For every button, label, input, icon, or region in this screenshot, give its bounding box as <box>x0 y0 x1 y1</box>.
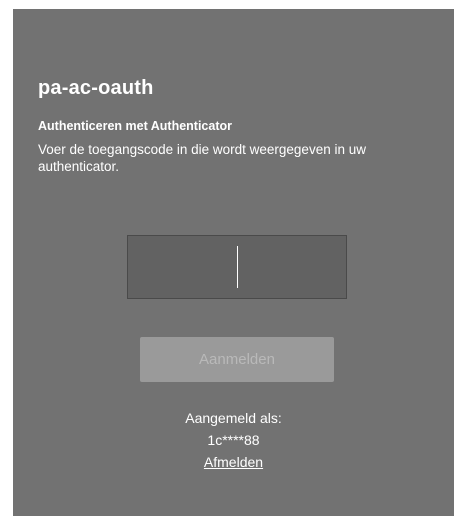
auth-instructions: Voer de toegangscode in die wordt weerge… <box>38 142 366 174</box>
signout-link[interactable]: Afmelden <box>204 454 263 470</box>
passcode-input[interactable] <box>127 235 347 299</box>
signed-in-info: Aangemeld als: 1c****88 Afmelden <box>13 407 454 473</box>
auth-panel: pa-ac-oauth Authenticeren met Authentica… <box>13 9 454 516</box>
auth-method-heading: Authenticeren met Authenticator <box>38 119 233 133</box>
app-title: pa-ac-oauth <box>38 77 154 99</box>
signin-button[interactable]: Aanmelden <box>140 337 334 382</box>
signed-in-username: 1c****88 <box>207 432 260 448</box>
text-caret <box>237 246 238 288</box>
signed-in-label: Aangemeld als: <box>185 410 282 426</box>
